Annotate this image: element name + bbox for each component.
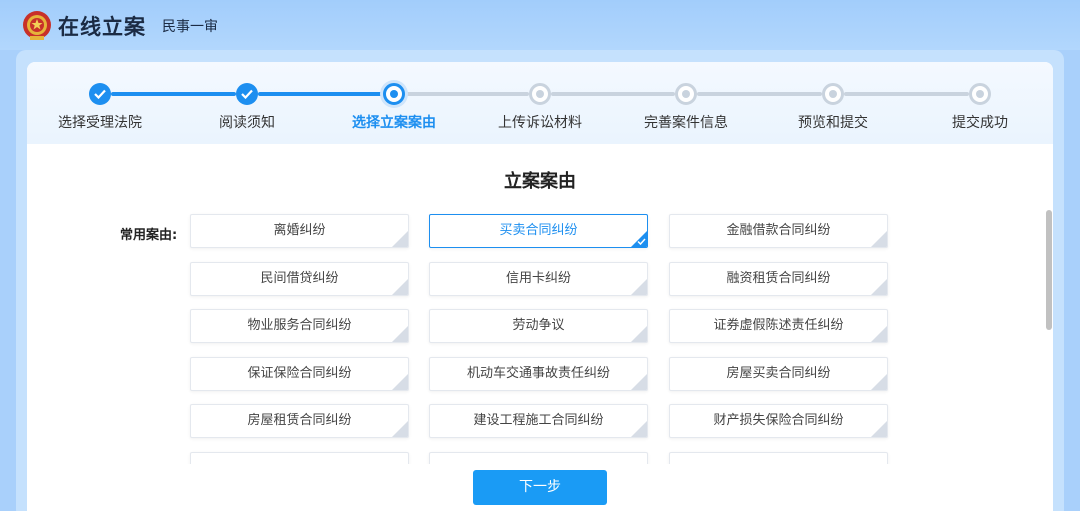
cause-option[interactable]: 房屋买卖合同纠纷 [669, 357, 888, 391]
step-connector [844, 92, 969, 96]
cause-option[interactable]: 机动车交通事故责任纠纷 [429, 357, 648, 391]
step-label-success: 提交成功 [952, 115, 1008, 131]
checkmark-icon [637, 238, 646, 245]
main-panel: 选择受理法院 阅读须知 选择立案案由 上传诉讼材料 完善案件信息 预览和提交 提… [27, 62, 1053, 511]
app-subtitle: 民事一审 [162, 19, 218, 35]
progress-stepper: 选择受理法院 阅读须知 选择立案案由 上传诉讼材料 完善案件信息 预览和提交 提… [27, 62, 1053, 144]
step-label-upload: 上传诉讼材料 [498, 115, 582, 131]
step-7-pending-icon [969, 83, 991, 105]
step-1-done-icon [89, 83, 111, 105]
cause-option-partial[interactable] [669, 452, 888, 464]
cause-option-label: 买卖合同纠纷 [499, 223, 578, 238]
app-title: 在线立案 [58, 15, 146, 39]
step-3-current-icon [383, 83, 405, 105]
section-title: 立案案由 [504, 171, 576, 192]
step-connector [697, 92, 822, 96]
top-bar: 在线立案 民事一审 [0, 0, 1080, 50]
cause-option[interactable]: 建设工程施工合同纠纷 [429, 404, 648, 438]
cause-option[interactable]: 财产损失保险合同纠纷 [669, 404, 888, 438]
scrollbar-thumb[interactable] [1046, 210, 1052, 330]
cause-option-partial[interactable] [429, 452, 648, 464]
cause-option[interactable]: 融资租赁合同纠纷 [669, 262, 888, 296]
cause-option[interactable]: 房屋租赁合同纠纷 [190, 404, 409, 438]
step-connector [111, 92, 236, 96]
cause-grid: 离婚纠纷 买卖合同纠纷 金融借款合同纠纷 民间借贷纠纷 信用卡纠纷 融资租赁合同… [27, 212, 1053, 464]
cause-option[interactable]: 保证保险合同纠纷 [190, 357, 409, 391]
cause-option[interactable]: 物业服务合同纠纷 [190, 309, 409, 343]
court-emblem-icon [23, 11, 51, 40]
step-label-court: 选择受理法院 [58, 115, 142, 131]
step-label-notice: 阅读须知 [219, 115, 275, 131]
next-step-button[interactable]: 下一步 [473, 470, 607, 505]
cause-option[interactable]: 证券虚假陈述责任纠纷 [669, 309, 888, 343]
cause-option-selected[interactable]: 买卖合同纠纷 [429, 214, 648, 248]
cause-option[interactable]: 信用卡纠纷 [429, 262, 648, 296]
step-connector [258, 92, 383, 96]
step-4-pending-icon [529, 83, 551, 105]
cause-option[interactable]: 民间借贷纠纷 [190, 262, 409, 296]
step-label-cause: 选择立案案由 [352, 115, 436, 131]
step-6-pending-icon [822, 83, 844, 105]
cause-option-partial[interactable] [190, 452, 409, 464]
step-connector [551, 92, 675, 96]
cause-option[interactable]: 离婚纠纷 [190, 214, 409, 248]
step-2-done-icon [236, 83, 258, 105]
step-connector [405, 92, 529, 96]
cause-option[interactable]: 劳动争议 [429, 309, 648, 343]
step-label-preview: 预览和提交 [798, 115, 868, 131]
step-label-info: 完善案件信息 [644, 115, 728, 131]
cause-option[interactable]: 金融借款合同纠纷 [669, 214, 888, 248]
step-5-pending-icon [675, 83, 697, 105]
